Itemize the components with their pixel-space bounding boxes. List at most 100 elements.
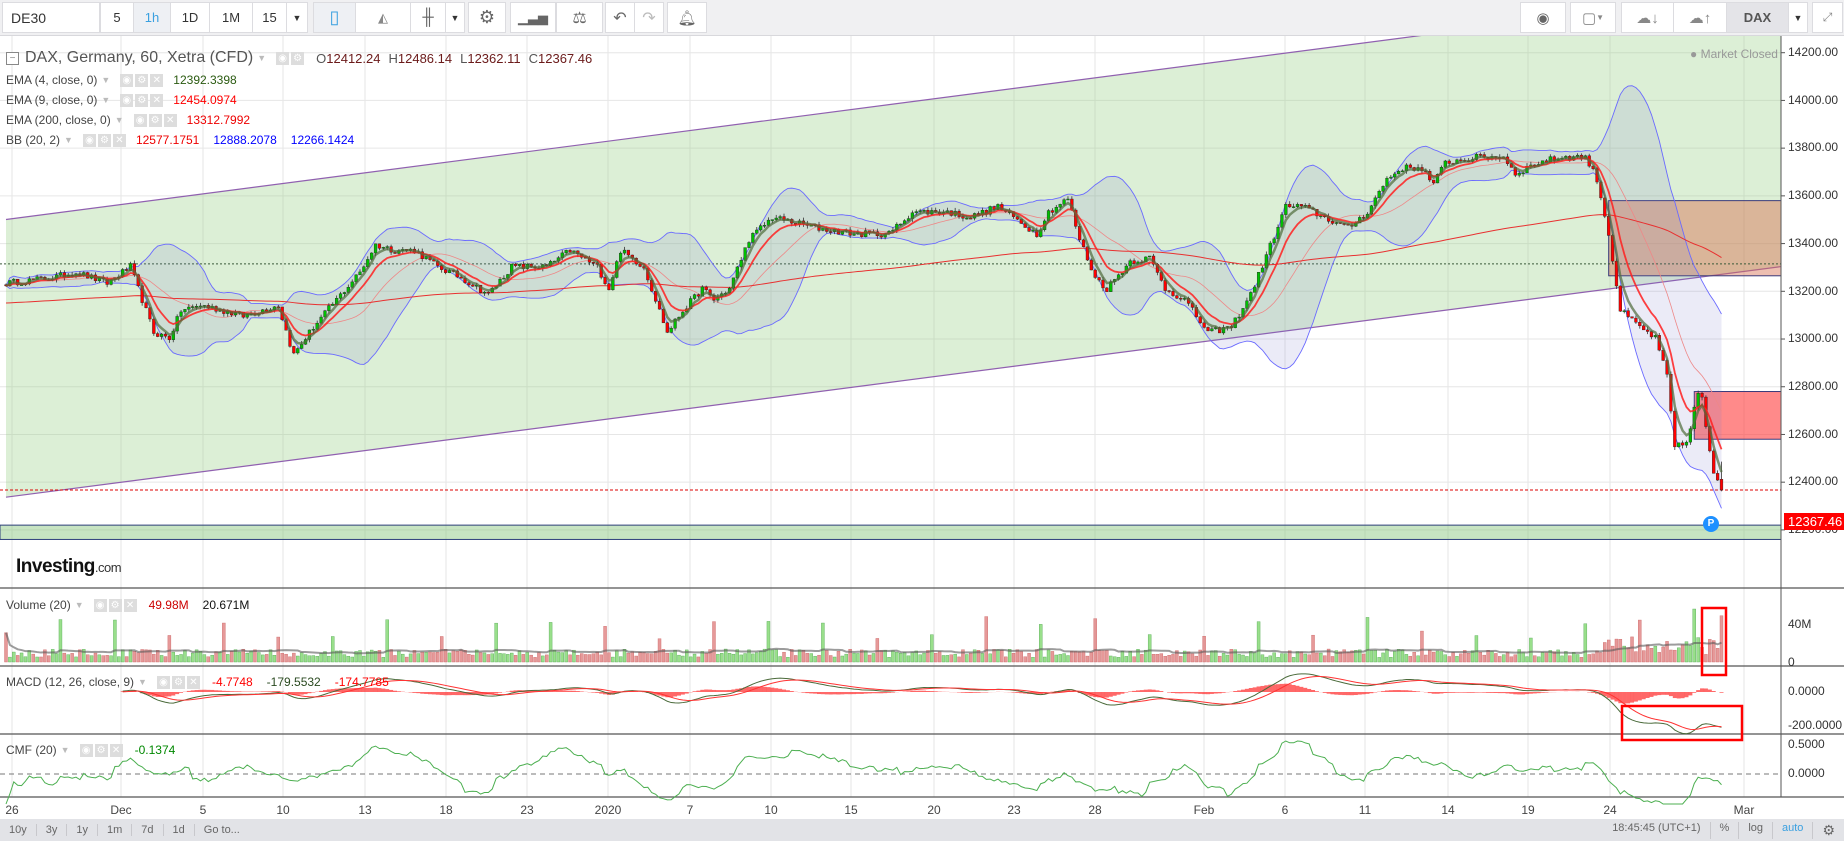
cloud-download-icon[interactable]: ☁↓ xyxy=(1621,2,1674,33)
gear-icon[interactable]: ⚙ xyxy=(135,73,149,87)
interval-dropdown[interactable]: ▼ xyxy=(286,2,308,33)
color-icon[interactable]: ▢ ▼ xyxy=(1570,2,1616,33)
gear-icon[interactable]: ⚙ xyxy=(108,598,122,612)
settings-icon[interactable]: ⚙ xyxy=(468,2,506,33)
interval-5[interactable]: 5 xyxy=(100,2,134,33)
close-icon[interactable]: ✕ xyxy=(163,113,177,127)
chevron-down-icon[interactable]: ▼ xyxy=(75,600,84,610)
p-marker-icon[interactable]: P xyxy=(1703,516,1719,532)
volume-bar xyxy=(595,651,599,663)
range-1m[interactable]: 1m xyxy=(98,824,133,836)
visibility-icon[interactable]: ◉ xyxy=(276,51,290,65)
gear-icon[interactable]: ⚙ xyxy=(171,675,185,689)
indicators-icon[interactable]: ▁▃▅ xyxy=(510,2,556,33)
macd-hist-bar xyxy=(774,688,779,692)
line-chart-icon[interactable]: ◭ xyxy=(355,2,411,33)
range-10y[interactable]: 10y xyxy=(0,824,37,836)
volume-bar xyxy=(124,656,129,663)
collapse-icon[interactable]: − xyxy=(6,51,19,65)
index-dropdown[interactable]: ▼ xyxy=(1788,2,1808,33)
interval-1m[interactable]: 1M xyxy=(209,2,253,33)
log-toggle[interactable]: log xyxy=(1739,821,1774,839)
range-7d[interactable]: 7d xyxy=(132,824,164,836)
undo-icon[interactable]: ↶ xyxy=(605,2,635,33)
visibility-icon[interactable]: ◉ xyxy=(93,598,107,612)
gear-icon[interactable]: ⚙ xyxy=(94,743,108,757)
macd-hist-bar xyxy=(591,692,596,693)
percent-toggle[interactable]: % xyxy=(1711,821,1740,839)
auto-toggle[interactable]: auto xyxy=(1773,821,1814,839)
macd-hist-bar xyxy=(1015,692,1020,693)
camera-icon[interactable]: ◉ xyxy=(1520,2,1566,33)
range-1y[interactable]: 1y xyxy=(67,824,98,836)
compare-icon[interactable]: ⚖ xyxy=(556,2,603,33)
candles-icon[interactable]: ▯ xyxy=(313,2,356,33)
symbol-input[interactable]: DE30 xyxy=(2,2,100,33)
volume-bar xyxy=(1241,654,1245,663)
volume-bar xyxy=(1661,646,1665,663)
macd-hist-bar xyxy=(887,692,892,693)
range-3y[interactable]: 3y xyxy=(37,824,68,836)
interval-1h[interactable]: 1h xyxy=(133,2,171,33)
volume-bar xyxy=(774,649,778,663)
fullscreen-icon[interactable]: ⤢ xyxy=(1812,2,1843,33)
visibility-icon[interactable]: ◉ xyxy=(156,675,170,689)
cloud-upload-icon[interactable]: ☁↑ xyxy=(1673,2,1727,33)
chevron-down-icon[interactable]: ▼ xyxy=(138,677,147,687)
volume-bar xyxy=(1031,657,1035,663)
chevron-down-icon[interactable]: ▼ xyxy=(115,115,124,125)
visibility-icon[interactable]: ◉ xyxy=(120,73,134,87)
range-1d[interactable]: 1d xyxy=(164,824,195,836)
volume-bar xyxy=(105,655,109,663)
volume-bar xyxy=(560,652,564,663)
bar-chart-icon[interactable]: ╫ xyxy=(410,2,446,33)
macd-hist-bar xyxy=(1513,692,1518,695)
gear-icon[interactable]: ⚙ xyxy=(1813,822,1844,839)
close-icon[interactable]: ✕ xyxy=(150,93,164,107)
visibility-icon[interactable]: ◉ xyxy=(133,113,147,127)
volume-bar xyxy=(1447,656,1451,663)
macd-hist-bar xyxy=(1443,692,1448,693)
gear-icon[interactable]: ⚙ xyxy=(135,93,149,107)
volume-bar xyxy=(385,619,389,663)
volume-bar xyxy=(1151,654,1156,663)
chevron-down-icon[interactable]: ▼ xyxy=(101,75,110,85)
index-selector[interactable]: DAX xyxy=(1726,2,1789,33)
alert-icon[interactable]: 🔔︎ xyxy=(667,2,707,33)
macd-hist-bar xyxy=(167,692,172,697)
volume-bar xyxy=(957,656,961,663)
time-axis-label: 10 xyxy=(764,803,778,817)
volume-bar xyxy=(1062,653,1066,663)
investing-logo: Investing.com xyxy=(16,556,122,578)
volume-bar xyxy=(828,655,833,663)
volume-bar xyxy=(786,657,790,663)
close-icon[interactable]: ✕ xyxy=(186,675,200,689)
macd-hist-bar xyxy=(1206,692,1211,695)
chevron-down-icon[interactable]: ▼ xyxy=(61,745,70,755)
chevron-down-icon[interactable]: ▼ xyxy=(64,135,73,145)
macd-hist-bar xyxy=(447,692,452,696)
chevron-down-icon[interactable]: ▼ xyxy=(101,95,110,105)
visibility-icon[interactable]: ◉ xyxy=(120,93,134,107)
close-icon[interactable]: ✕ xyxy=(123,598,137,612)
close-icon[interactable]: ✕ xyxy=(150,73,164,87)
close-icon[interactable]: ✕ xyxy=(112,133,126,147)
macd-hist-bar xyxy=(1244,688,1249,692)
interval-1d[interactable]: 1D xyxy=(170,2,210,33)
gear-icon[interactable]: ⚙ xyxy=(291,51,305,65)
chevron-down-icon[interactable]: ▼ xyxy=(257,53,266,63)
chart-type-dropdown[interactable]: ▼ xyxy=(445,2,465,33)
goto-button[interactable]: Go to... xyxy=(195,824,249,836)
volume-bar xyxy=(327,655,331,663)
visibility-icon[interactable]: ◉ xyxy=(82,133,96,147)
volume-bar xyxy=(1529,637,1533,663)
interval-15[interactable]: 15 xyxy=(252,2,287,33)
gear-icon[interactable]: ⚙ xyxy=(148,113,162,127)
volume-bar xyxy=(432,652,436,663)
candle xyxy=(1680,442,1685,446)
gear-icon[interactable]: ⚙ xyxy=(97,133,111,147)
redo-icon[interactable]: ↷ xyxy=(634,2,664,33)
visibility-icon[interactable]: ◉ xyxy=(79,743,93,757)
candle xyxy=(1677,442,1681,448)
close-icon[interactable]: ✕ xyxy=(109,743,123,757)
